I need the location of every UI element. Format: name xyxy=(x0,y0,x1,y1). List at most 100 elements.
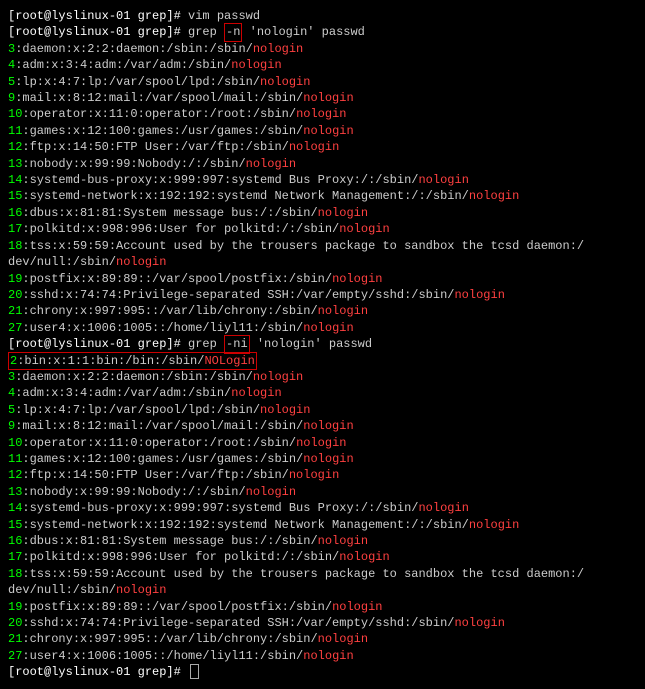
line-text: :postfix:x:89:89::/var/spool/postfix:/sb… xyxy=(22,600,332,614)
flag-highlight-box: -n xyxy=(224,23,242,41)
line-number: 21 xyxy=(8,632,22,646)
grep-output-line: 10:operator:x:11:0:operator:/root:/sbin/… xyxy=(8,106,637,122)
prompt-line-2: [root@lyslinux-01 grep]# grep -n 'nologi… xyxy=(8,24,637,40)
grep-output-line: 19:postfix:x:89:89::/var/spool/postfix:/… xyxy=(8,271,637,287)
grep-output-line: 20:sshd:x:74:74:Privilege-separated SSH:… xyxy=(8,615,637,631)
match-text: nologin xyxy=(318,304,368,318)
match-text: nologin xyxy=(418,501,468,515)
line-text: :lp:x:4:7:lp:/var/spool/lpd:/sbin/ xyxy=(15,75,260,89)
line-number: 16 xyxy=(8,206,22,220)
line-text: :mail:x:8:12:mail:/var/spool/mail:/sbin/ xyxy=(15,419,303,433)
prompt-line-3: [root@lyslinux-01 grep]# grep -ni 'nolog… xyxy=(8,336,637,352)
match-text: nologin xyxy=(303,649,353,663)
line-number: 10 xyxy=(8,436,22,450)
match-text: nologin xyxy=(246,157,296,171)
line-number: 27 xyxy=(8,649,22,663)
grep-output-line: 5:lp:x:4:7:lp:/var/spool/lpd:/sbin/nolog… xyxy=(8,74,637,90)
grep-output-line: 4:adm:x:3:4:adm:/var/adm:/sbin/nologin xyxy=(8,57,637,73)
match-text: nologin xyxy=(303,452,353,466)
match-text: nologin xyxy=(332,600,382,614)
line-number: 19 xyxy=(8,272,22,286)
line-text: :daemon:x:2:2:daemon:/sbin:/sbin/ xyxy=(15,42,253,56)
line-number: 12 xyxy=(8,140,22,154)
shell-prompt: [root@lyslinux-01 grep]# xyxy=(8,25,188,39)
line-number: 15 xyxy=(8,189,22,203)
line-number: 19 xyxy=(8,600,22,614)
line-text: :nobody:x:99:99:Nobody:/:/sbin/ xyxy=(22,485,245,499)
match-text: nologin xyxy=(318,206,368,220)
line-text: dev/null:/sbin/ xyxy=(8,583,116,597)
command-text: 'nologin' passwd xyxy=(250,337,372,351)
line-text: :lp:x:4:7:lp:/var/spool/lpd:/sbin/ xyxy=(15,403,260,417)
match-text: nologin xyxy=(454,616,504,630)
shell-prompt: [root@lyslinux-01 grep]# xyxy=(8,337,188,351)
line-text: :bin:x:1:1:bin:/bin:/sbin/ xyxy=(17,354,204,368)
line-text: :games:x:12:100:games:/usr/games:/sbin/ xyxy=(22,124,303,138)
line-number: 18 xyxy=(8,567,22,581)
match-text: nologin xyxy=(303,321,353,335)
prompt-line-4[interactable]: [root@lyslinux-01 grep]# xyxy=(8,664,637,680)
line-number: 16 xyxy=(8,534,22,548)
line-text: :chrony:x:997:995::/var/lib/chrony:/sbin… xyxy=(22,304,317,318)
grep-output-line: 11:games:x:12:100:games:/usr/games:/sbin… xyxy=(8,451,637,467)
grep-output-line: 5:lp:x:4:7:lp:/var/spool/lpd:/sbin/nolog… xyxy=(8,402,637,418)
grep-output-line: 21:chrony:x:997:995::/var/lib/chrony:/sb… xyxy=(8,303,637,319)
grep-output-line: 14:systemd-bus-proxy:x:999:997:systemd B… xyxy=(8,500,637,516)
grep-output-line-boxed: 2:bin:x:1:1:bin:/bin:/sbin/NOLogin xyxy=(8,353,637,369)
match-text: nologin xyxy=(260,403,310,417)
line-text: :games:x:12:100:games:/usr/games:/sbin/ xyxy=(22,452,303,466)
line-text: :user4:x:1006:1005::/home/liyl11:/sbin/ xyxy=(22,321,303,335)
grep-output-line: 12:ftp:x:14:50:FTP User:/var/ftp:/sbin/n… xyxy=(8,467,637,483)
line-number: 15 xyxy=(8,518,22,532)
match-text: nologin xyxy=(296,436,346,450)
match-text: nologin xyxy=(231,58,281,72)
grep-output-line: 16:dbus:x:81:81:System message bus:/:/sb… xyxy=(8,533,637,549)
match-text: nologin xyxy=(339,222,389,236)
line-number: 12 xyxy=(8,468,22,482)
line-number: 11 xyxy=(8,452,22,466)
match-text: nologin xyxy=(303,124,353,138)
line-text: :ftp:x:14:50:FTP User:/var/ftp:/sbin/ xyxy=(22,140,288,154)
grep-output-line: 27:user4:x:1006:1005::/home/liyl11:/sbin… xyxy=(8,648,637,664)
match-text: nologin xyxy=(469,189,519,203)
line-number: 20 xyxy=(8,288,22,302)
command-text: vim passwd xyxy=(188,9,260,23)
shell-prompt: [root@lyslinux-01 grep]# xyxy=(8,665,188,679)
line-text: :systemd-network:x:192:192:systemd Netwo… xyxy=(22,189,468,203)
match-text: nologin xyxy=(296,107,346,121)
grep-output-line: 15:systemd-network:x:192:192:systemd Net… xyxy=(8,188,637,204)
line-number: 18 xyxy=(8,239,22,253)
match-text: nologin xyxy=(303,419,353,433)
command-text: grep xyxy=(188,25,224,39)
line-number: 10 xyxy=(8,107,22,121)
match-text: nologin xyxy=(332,272,382,286)
line-text: :sshd:x:74:74:Privilege-separated SSH:/v… xyxy=(22,616,454,630)
grep-output-line: 18:tss:x:59:59:Account used by the trous… xyxy=(8,566,637,582)
grep-output-line: 3:daemon:x:2:2:daemon:/sbin:/sbin/nologi… xyxy=(8,41,637,57)
line-text: :polkitd:x:998:996:User for polkitd:/:/s… xyxy=(22,222,339,236)
match-text: nologin xyxy=(318,632,368,646)
line-text: :dbus:x:81:81:System message bus:/:/sbin… xyxy=(22,206,317,220)
line-text: :adm:x:3:4:adm:/var/adm:/sbin/ xyxy=(15,386,231,400)
line-text: :tss:x:59:59:Account used by the trouser… xyxy=(22,239,584,253)
line-text: :user4:x:1006:1005::/home/liyl11:/sbin/ xyxy=(22,649,303,663)
grep-output-line: 17:polkitd:x:998:996:User for polkitd:/:… xyxy=(8,221,637,237)
line-number: 17 xyxy=(8,550,22,564)
line-text: :tss:x:59:59:Account used by the trouser… xyxy=(22,567,584,581)
grep-output-line: 9:mail:x:8:12:mail:/var/spool/mail:/sbin… xyxy=(8,90,637,106)
match-text: nologin xyxy=(289,468,339,482)
grep-output-line: 13:nobody:x:99:99:Nobody:/:/sbin/nologin xyxy=(8,484,637,500)
line-number: 20 xyxy=(8,616,22,630)
grep-output-line: 19:postfix:x:89:89::/var/spool/postfix:/… xyxy=(8,599,637,615)
match-text: nologin xyxy=(318,534,368,548)
line-number: 13 xyxy=(8,157,22,171)
line-number: 27 xyxy=(8,321,22,335)
match-text: nologin xyxy=(246,485,296,499)
match-text: nologin xyxy=(339,550,389,564)
match-text: nologin xyxy=(116,255,166,269)
line-number: 14 xyxy=(8,501,22,515)
match-text: nologin xyxy=(116,583,166,597)
line-text: :postfix:x:89:89::/var/spool/postfix:/sb… xyxy=(22,272,332,286)
grep-output-line: 18:tss:x:59:59:Account used by the trous… xyxy=(8,238,637,254)
grep-output-line: 27:user4:x:1006:1005::/home/liyl11:/sbin… xyxy=(8,320,637,336)
